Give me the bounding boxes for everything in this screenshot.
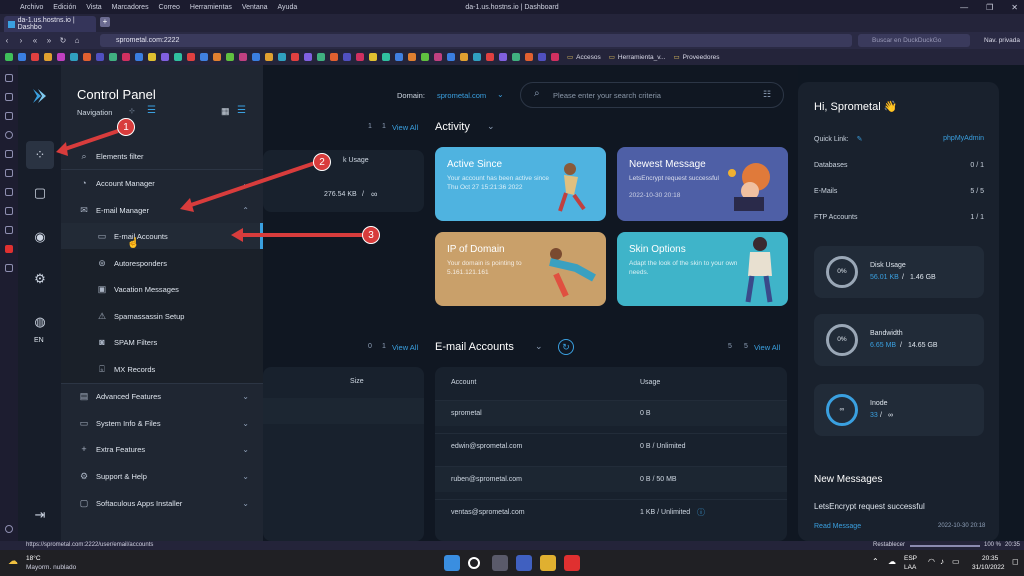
status-url: https://sprometal.com:2222/user/email/ac… — [26, 542, 154, 548]
annotation-arrows — [56, 129, 364, 242]
language-primary[interactable]: ESP — [904, 555, 917, 562]
taskbar-time[interactable]: 20:35 — [982, 555, 998, 562]
callout-3: 3 — [362, 226, 380, 244]
arrow-1-head — [56, 142, 68, 156]
start-icon[interactable] — [444, 555, 460, 571]
reset-zoom-button[interactable]: Restablecer — [873, 542, 905, 548]
taskbar-date[interactable]: 31/10/2022 — [972, 564, 1005, 571]
search-icon[interactable] — [468, 557, 480, 569]
wifi-icon[interactable]: ◠ — [928, 557, 935, 566]
arrow-2-head — [180, 198, 194, 212]
arrow-3-head — [231, 228, 243, 242]
zoom-level: 100 % — [984, 542, 1002, 548]
tray-icon[interactable]: ☁ — [888, 557, 896, 566]
notification-icon[interactable]: ◻ — [1012, 557, 1019, 566]
browser-status-bar: https://sprometal.com:2222/user/email/ac… — [0, 541, 1024, 550]
callout-2: 2 — [313, 153, 331, 171]
language-secondary[interactable]: LAA — [904, 564, 916, 571]
weather-desc: Mayorm. nublado — [26, 564, 77, 571]
mouse-cursor-icon: ☝ — [127, 238, 140, 249]
taskbar: ☁ 18°C Mayorm. nublado ⌃ ☁ ESP LAA ◠ ♪ ▭… — [0, 550, 1024, 576]
volume-icon[interactable]: ♪ — [940, 557, 944, 566]
tray-up-icon[interactable]: ⌃ — [872, 557, 879, 566]
arrow-1 — [61, 129, 119, 152]
weather-icon[interactable]: ☁ — [8, 556, 18, 567]
status-clock: 20:35 — [1005, 542, 1021, 548]
arrow-2 — [187, 160, 319, 208]
callout-1: 1 — [117, 118, 135, 136]
vivaldi-taskbar-icon[interactable] — [564, 555, 580, 571]
widgets-icon[interactable] — [516, 555, 532, 571]
zoom-slider[interactable] — [910, 545, 980, 547]
task-view-icon[interactable] — [492, 555, 508, 571]
weather-temp: 18°C — [26, 555, 41, 562]
battery-icon[interactable]: ▭ — [952, 557, 960, 566]
file-explorer-icon[interactable] — [540, 555, 556, 571]
